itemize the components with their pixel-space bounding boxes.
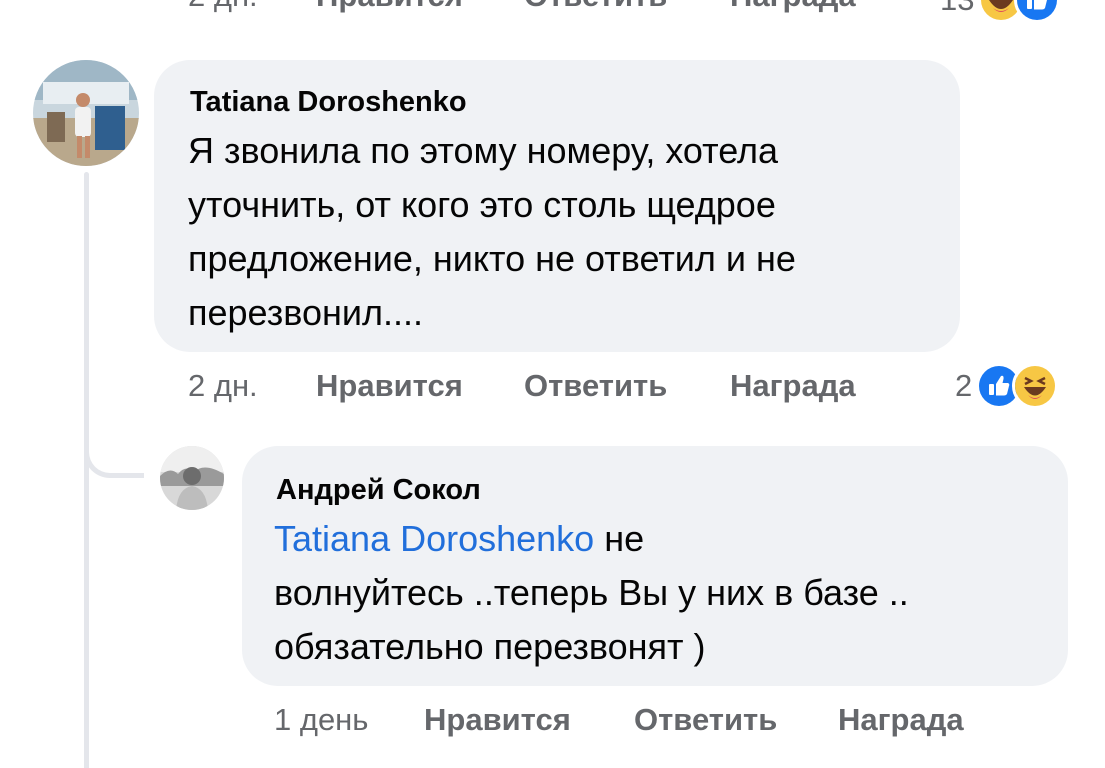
reply-button[interactable]: Ответить — [524, 368, 667, 404]
thread-line — [84, 172, 89, 768]
comment-line: предложение, никто не ответил и не — [188, 238, 796, 279]
like-button[interactable]: Нравится — [424, 702, 571, 738]
reply-line: волнуйтесь ..теперь Вы у них в базе .. — [274, 572, 909, 613]
like-button[interactable]: Нравится — [316, 0, 463, 14]
comment-text: Я звонила по этому номеру, хотела уточни… — [188, 124, 796, 340]
reply-line: обязательно перезвонят ) — [274, 626, 706, 667]
comment-author[interactable]: Tatiana Doroshenko — [190, 86, 467, 119]
avatar[interactable] — [160, 446, 224, 510]
reply-bubble: Андрей Сокол Tatiana Doroshenko не волну… — [242, 446, 1068, 686]
award-button[interactable]: Награда — [730, 368, 856, 404]
reaction-count: 13 — [940, 0, 974, 18]
award-button[interactable]: Награда — [730, 0, 856, 14]
reaction-summary[interactable]: 2 — [955, 363, 1059, 409]
thread-reply-connector — [84, 430, 144, 478]
reply-line: Tatiana Doroshenko не — [274, 512, 909, 566]
reply-button[interactable]: Ответить — [524, 0, 667, 14]
comment-line: перезвонил.... — [188, 292, 424, 333]
award-button[interactable]: Награда — [838, 702, 964, 738]
like-icon — [1014, 0, 1061, 23]
reaction-count: 2 — [955, 368, 973, 403]
like-button[interactable]: Нравится — [316, 368, 463, 404]
reply-button[interactable]: Ответить — [634, 702, 777, 738]
haha-icon — [1012, 363, 1059, 409]
reply-text: Tatiana Doroshenko не волнуйтесь ..тепер… — [274, 512, 909, 674]
reply-author[interactable]: Андрей Сокол — [276, 474, 481, 507]
avatar-photo — [160, 446, 224, 510]
comment-timestamp[interactable]: 2 дн. — [188, 368, 258, 404]
comment-bubble: Tatiana Doroshenko Я звонила по этому но… — [154, 60, 960, 352]
avatar-photo — [33, 60, 139, 166]
mention-link[interactable]: Tatiana Doroshenko — [274, 518, 594, 559]
comment-line: уточнить, от кого это столь щедрое — [188, 184, 776, 225]
reply-timestamp[interactable]: 1 день — [274, 702, 368, 738]
comment-timestamp[interactable]: 2 дн. — [188, 0, 258, 14]
previous-comment-actions: 2 дн. Нравится Ответить Награда 13 — [0, 0, 1105, 23]
reaction-summary[interactable]: 13 — [940, 0, 1061, 23]
reply-line-rest: не — [594, 518, 645, 559]
comment-line: Я звонила по этому номеру, хотела — [188, 130, 779, 171]
avatar[interactable] — [33, 60, 139, 166]
